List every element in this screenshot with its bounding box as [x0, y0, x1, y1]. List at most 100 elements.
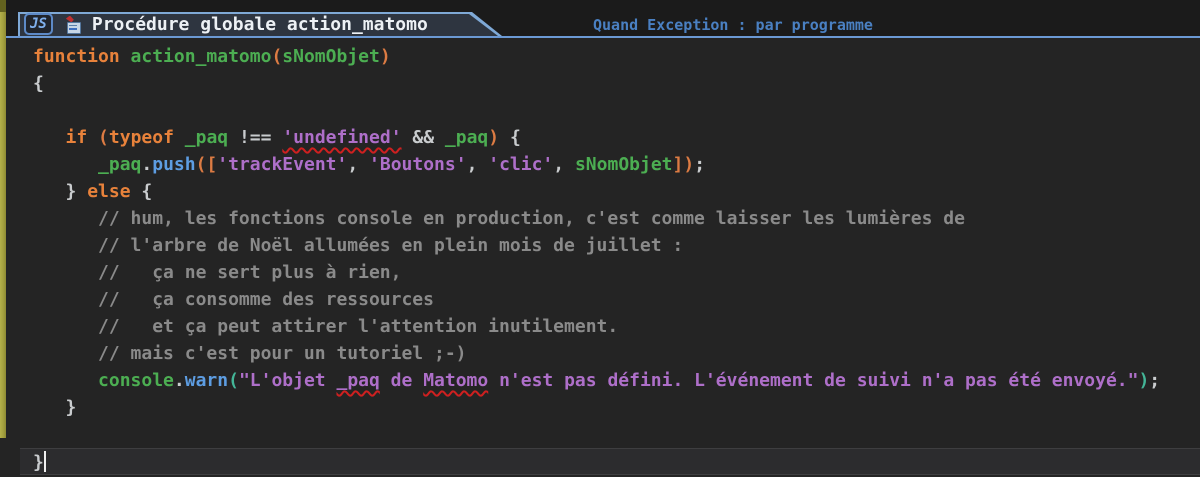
code-token-br: )	[488, 127, 499, 148]
code-token-id: action_matomo	[131, 46, 272, 67]
code-token-br: (	[271, 46, 282, 67]
code-line[interactable]: if (typeof _paq !== 'undefined' && _paq)…	[6, 124, 1200, 151]
code-token-pl	[174, 127, 185, 148]
code-token-pl	[120, 46, 131, 67]
code-token-fn: push	[152, 154, 195, 175]
code-token-pl	[33, 343, 98, 364]
code-token-pun: }	[66, 397, 77, 418]
code-token-pl	[33, 316, 98, 337]
code-line[interactable]	[6, 421, 1200, 448]
code-line[interactable]: _paq.push(['trackEvent', 'Boutons', 'cli…	[6, 151, 1200, 178]
code-token-pun: ;	[1149, 370, 1160, 391]
code-token-pun: ,	[467, 154, 478, 175]
code-token-id: _paq	[185, 127, 228, 148]
code-token-br: )	[380, 46, 391, 67]
code-token-strx: 'undefined'	[282, 127, 401, 148]
code-token-pl	[33, 181, 66, 202]
code-token-br: (	[98, 127, 109, 148]
code-token-id: _paq	[445, 127, 488, 148]
code-token-pl	[271, 127, 282, 148]
code-token-pun: !==	[239, 127, 272, 148]
code-token-str: n'est pas défini. L'événement de suivi n…	[488, 370, 1138, 391]
code-token-pl	[76, 181, 87, 202]
code-token-br: ])	[673, 154, 695, 175]
code-line-current[interactable]: }	[20, 448, 1200, 475]
code-token-cmt: // et ça peut attirer l'attention inutil…	[98, 316, 618, 337]
code-token-str: 'trackEvent'	[217, 154, 347, 175]
tab-title: Procédure globale action_matomo	[92, 14, 428, 35]
code-token-pun: {	[141, 181, 152, 202]
code-token-pl	[564, 154, 575, 175]
code-token-kw: else	[87, 181, 130, 202]
exception-mode-link[interactable]: Quand Exception : par programme	[593, 16, 873, 34]
code-token-kw: if	[66, 127, 88, 148]
code-token-pl	[33, 154, 98, 175]
tab-procedure-action-matomo[interactable]: JS Procédure globale action_matomo	[18, 12, 502, 36]
code-token-kw: typeof	[109, 127, 174, 148]
tab-bar: JS Procédure globale action_matomo Quand…	[0, 0, 1200, 38]
code-token-pun: .	[174, 370, 185, 391]
code-token-cmt: // mais c'est pour un tutoriel ;-)	[98, 343, 466, 364]
code-line[interactable]: }	[6, 394, 1200, 421]
code-line[interactable]: function action_matomo(sNomObjet)	[6, 43, 1200, 70]
left-accent-bar	[0, 0, 6, 438]
code-token-pl	[33, 262, 98, 283]
ide-window: JS Procédure globale action_matomo Quand…	[0, 0, 1200, 477]
code-line[interactable]: // et ça peut attirer l'attention inutil…	[6, 313, 1200, 340]
tab-content: JS Procédure globale action_matomo	[24, 12, 428, 36]
code-token-fn: warn	[185, 370, 228, 391]
code-token-pun: &&	[412, 127, 434, 148]
code-line[interactable]: // ça consomme des ressources	[6, 286, 1200, 313]
code-token-pun: ;	[694, 154, 705, 175]
text-cursor	[44, 451, 46, 472]
code-token-pl	[87, 127, 98, 148]
code-token-pun: }	[33, 452, 44, 473]
code-line[interactable]: // mais c'est pour un tutoriel ;-)	[6, 340, 1200, 367]
code-token-pl	[402, 127, 413, 148]
code-token-kw: function	[33, 46, 120, 67]
code-token-cmt: // l'arbre de Noël allumées en plein moi…	[98, 235, 683, 256]
code-token-pl	[358, 154, 369, 175]
code-token-cmt: // ça consomme des ressources	[98, 289, 434, 310]
code-token-pl	[33, 370, 98, 391]
code-token-str: "L'objet	[239, 370, 337, 391]
code-line[interactable]: // l'arbre de Noël allumées en plein moi…	[6, 232, 1200, 259]
code-token-id: console	[98, 370, 174, 391]
code-token-cmt: // ça ne sert plus à rien,	[98, 262, 401, 283]
code-token-pl	[131, 181, 142, 202]
code-token-pl	[499, 127, 510, 148]
code-token-pun: ,	[347, 154, 358, 175]
code-token-id: _paq	[98, 154, 141, 175]
left-accent-bar-top	[0, 0, 6, 12]
code-token-id: sNomObjet	[575, 154, 673, 175]
code-token-strx: _paq	[336, 370, 379, 391]
code-token-strx: Matomo	[423, 370, 488, 391]
code-token-pl	[434, 127, 445, 148]
code-editor[interactable]: function action_matomo(sNomObjet){ if (t…	[6, 38, 1200, 477]
global-procedure-icon	[64, 16, 81, 33]
code-line[interactable]: // ça ne sert plus à rien,	[6, 259, 1200, 286]
procedure-doc-line2	[69, 28, 77, 30]
code-token-tbr: (	[228, 370, 239, 391]
code-token-pl	[33, 208, 98, 229]
code-line[interactable]	[6, 97, 1200, 124]
code-token-pun: {	[33, 73, 44, 94]
code-token-pl	[228, 127, 239, 148]
code-token-br: ([	[196, 154, 218, 175]
code-token-str: 'clic'	[488, 154, 553, 175]
code-token-pl	[33, 397, 66, 418]
code-line[interactable]: } else {	[6, 178, 1200, 205]
code-token-pl	[33, 289, 98, 310]
code-area: function action_matomo(sNomObjet){ if (t…	[6, 43, 1200, 475]
code-token-pl	[477, 154, 488, 175]
code-line[interactable]: {	[6, 70, 1200, 97]
code-line[interactable]: console.warn("L'objet _paq de Matomo n'e…	[6, 367, 1200, 394]
code-token-cmt: // hum, les fonctions console en product…	[98, 208, 965, 229]
code-token-id: sNomObjet	[282, 46, 380, 67]
code-token-str: 'Boutons'	[369, 154, 467, 175]
code-line[interactable]: // hum, les fonctions console en product…	[6, 205, 1200, 232]
code-token-pun: }	[66, 181, 77, 202]
code-token-pun: ,	[553, 154, 564, 175]
code-token-pl	[33, 235, 98, 256]
code-token-pl	[33, 127, 66, 148]
